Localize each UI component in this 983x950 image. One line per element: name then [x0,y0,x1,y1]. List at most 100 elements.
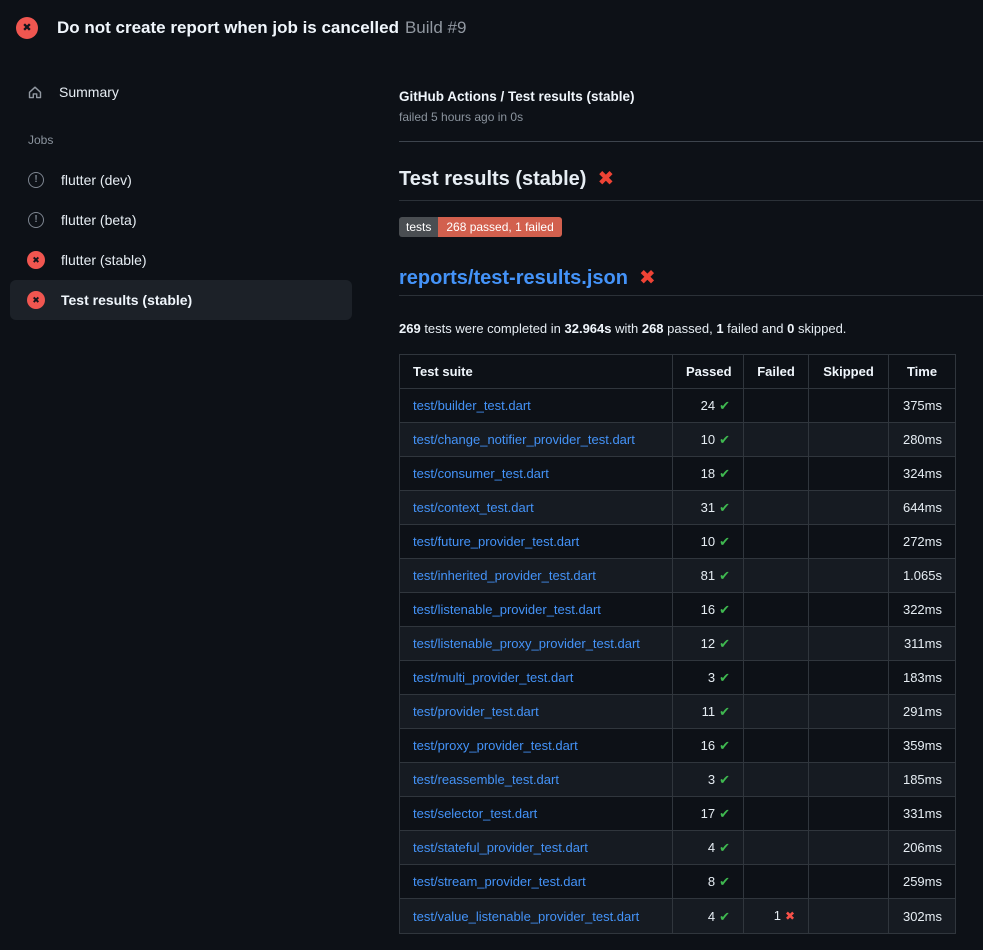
test-suite-cell: test/selector_test.dart [400,797,673,831]
test-suite-link[interactable]: test/inherited_provider_test.dart [413,568,596,583]
test-suite-link[interactable]: test/proxy_provider_test.dart [413,738,578,753]
sidebar-item-label: flutter (dev) [61,170,132,190]
test-suite-link[interactable]: test/consumer_test.dart [413,466,549,481]
summary-segment: skipped. [794,321,846,336]
test-suite-link[interactable]: test/listenable_provider_test.dart [413,602,601,617]
table-row: test/value_listenable_provider_test.dart… [400,899,956,934]
time-cell: 302ms [889,899,956,934]
column-header-passed: Passed [673,355,744,389]
failed-x-icon: ✖ [639,265,656,291]
test-suite-link[interactable]: test/selector_test.dart [413,806,537,821]
failed-cell [744,831,809,865]
passed-cell-value: 10 [701,432,715,447]
skipped-cell [809,525,889,559]
check-icon: ✔ [719,840,730,855]
test-suite-link[interactable]: test/provider_test.dart [413,704,539,719]
summary-segment: failed and [724,321,788,336]
test-suite-link[interactable]: test/listenable_proxy_provider_test.dart [413,636,640,651]
table-row: test/consumer_test.dart18✔324ms [400,457,956,491]
breadcrumb: GitHub Actions / Test results (stable) [399,88,983,106]
passed-cell-value: 18 [701,466,715,481]
test-suite-link[interactable]: test/stream_provider_test.dart [413,874,586,889]
passed-cell: 10✔ [673,525,744,559]
check-icon: ✔ [719,772,730,787]
summary-line: 269 tests were completed in 32.964s with… [399,320,983,338]
passed-cell: 10 ✔ [673,423,744,457]
passed-cell: 31✔ [673,491,744,525]
skipped-cell [809,457,889,491]
failed-cell [744,593,809,627]
check-icon: ✔ [719,432,730,447]
test-suite-link[interactable]: test/multi_provider_test.dart [413,670,573,685]
report-file-link[interactable]: reports/test-results.json [399,265,628,291]
test-suite-link[interactable]: test/builder_test.dart [413,398,531,413]
skipped-cell [809,389,889,423]
check-icon: ✔ [719,500,730,515]
test-suite-link[interactable]: test/reassemble_test.dart [413,772,559,787]
summary-segment: passed, [664,321,717,336]
column-header-failed: Failed [744,355,809,389]
build-failed-icon: ✖ [16,17,38,39]
failed-cell [744,763,809,797]
passed-cell-value: 3 [708,670,715,685]
summary-segment: 1 [716,321,723,336]
sidebar-item-flutter-dev[interactable]: !flutter (dev) [10,160,352,200]
table-body: test/builder_test.dart24✔375mstest/chang… [400,389,956,934]
build-number: Build #9 [405,18,466,37]
failed-cell [744,797,809,831]
time-cell: 280ms [889,423,956,457]
test-suite-link[interactable]: test/value_listenable_provider_test.dart [413,909,639,924]
test-suite-link[interactable]: test/context_test.dart [413,500,534,515]
check-icon: ✔ [719,398,730,413]
summary-segment: 268 [642,321,664,336]
test-suite-cell: test/consumer_test.dart [400,457,673,491]
time-cell: 322ms [889,593,956,627]
check-icon: ✔ [719,909,730,924]
failed-cell [744,627,809,661]
test-suite-link[interactable]: test/stateful_provider_test.dart [413,840,588,855]
divider [399,141,983,142]
check-icon: ✔ [719,534,730,549]
table-header-row: Test suitePassedFailedSkippedTime [400,355,956,389]
failed-cell: 1✖ [744,899,809,934]
failed-cell [744,559,809,593]
section-title-text: Test results (stable) [399,166,586,192]
summary-segment: 32.964s [565,321,612,336]
failed-x-icon: ✖ [597,166,614,192]
sidebar-item-test-results-stable[interactable]: ✖Test results (stable) [10,280,352,320]
table-row: test/inherited_provider_test.dart 81✔ 1.06… [400,559,956,593]
skipped-cell [809,899,889,934]
test-suite-cell: test/future_provider_test.dart [400,525,673,559]
sidebar-item-summary[interactable]: Summary [10,74,352,110]
sidebar: Summary Jobs !flutter (dev)!flutter (bet… [10,54,352,320]
sidebar-item-flutter-beta[interactable]: !flutter (beta) [10,200,352,240]
test-suite-cell: test/inherited_provider_test.dart [400,559,673,593]
test-suite-cell: test/change_notifier_provider_test.dart [400,423,673,457]
report-title: reports/test-results.json ✖ [399,265,983,296]
check-icon: ✔ [719,806,730,821]
passed-cell: 3✔ [673,763,744,797]
time-cell: 1.065s [889,559,956,593]
skipped-cell [809,661,889,695]
failed-cell [744,525,809,559]
test-suite-cell: test/multi_provider_test.dart [400,661,673,695]
passed-cell: 4✔ [673,831,744,865]
passed-cell: 12✔ [673,627,744,661]
summary-segment: 269 [399,321,421,336]
test-suite-link[interactable]: test/future_provider_test.dart [413,534,579,549]
column-header-skipped: Skipped [809,355,889,389]
check-icon: ✔ [719,466,730,481]
passed-cell-value: 16 [701,738,715,753]
passed-cell-value: 16 [701,602,715,617]
content-wrapper: Summary Jobs !flutter (dev)!flutter (bet… [0,54,983,934]
check-icon: ✔ [719,602,730,617]
run-meta: failed 5 hours ago in 0s [399,109,983,125]
sidebar-item-flutter-stable[interactable]: ✖flutter (stable) [10,240,352,280]
passed-cell: 17✔ [673,797,744,831]
passed-cell: 81✔ [673,559,744,593]
failed-cell [744,661,809,695]
check-icon: ✔ [719,874,730,889]
build-title-text: Do not create report when job is cancell… [57,18,399,37]
time-cell: 291ms [889,695,956,729]
test-suite-link[interactable]: test/change_notifier_provider_test.dart [413,432,635,447]
